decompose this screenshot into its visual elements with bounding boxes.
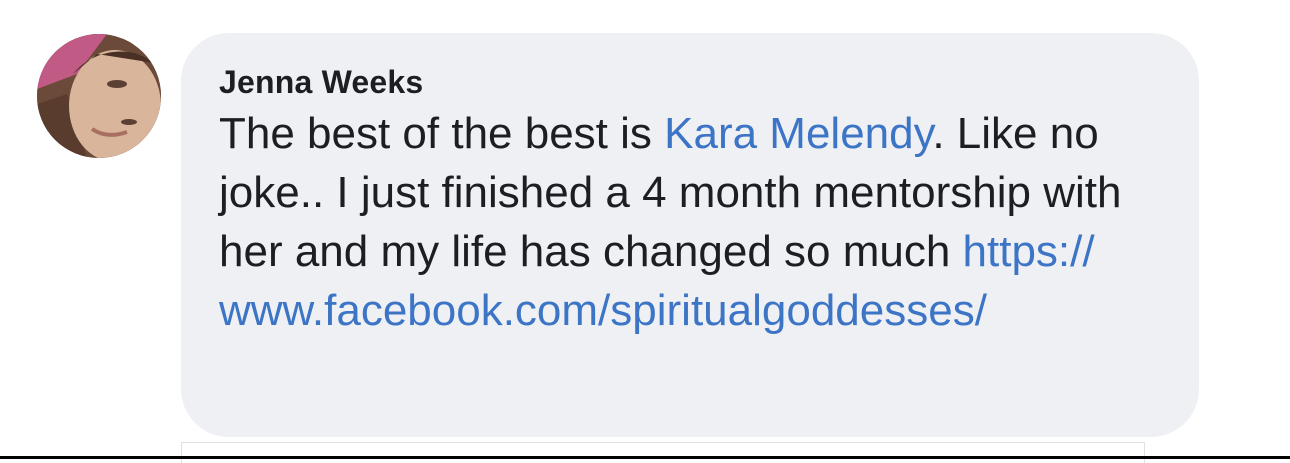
comment-bubble: Jenna Weeks The best of the best is Kara…: [181, 33, 1199, 437]
comment-author[interactable]: Jenna Weeks: [219, 64, 1169, 100]
link-preview-card[interactable]: [181, 442, 1145, 463]
mention-link[interactable]: Kara Melendy: [664, 109, 932, 158]
profile-photo-icon: [37, 34, 161, 158]
avatar[interactable]: [37, 34, 161, 158]
url-link-part-1[interactable]: https://: [963, 227, 1095, 276]
comment-text: The best of the best is Kara Melendy. Li…: [219, 104, 1179, 340]
url-link-part-2[interactable]: www.facebook.com/spiritualgoddesses/: [219, 286, 987, 335]
comment-text-start: The best of the best is: [219, 109, 665, 158]
